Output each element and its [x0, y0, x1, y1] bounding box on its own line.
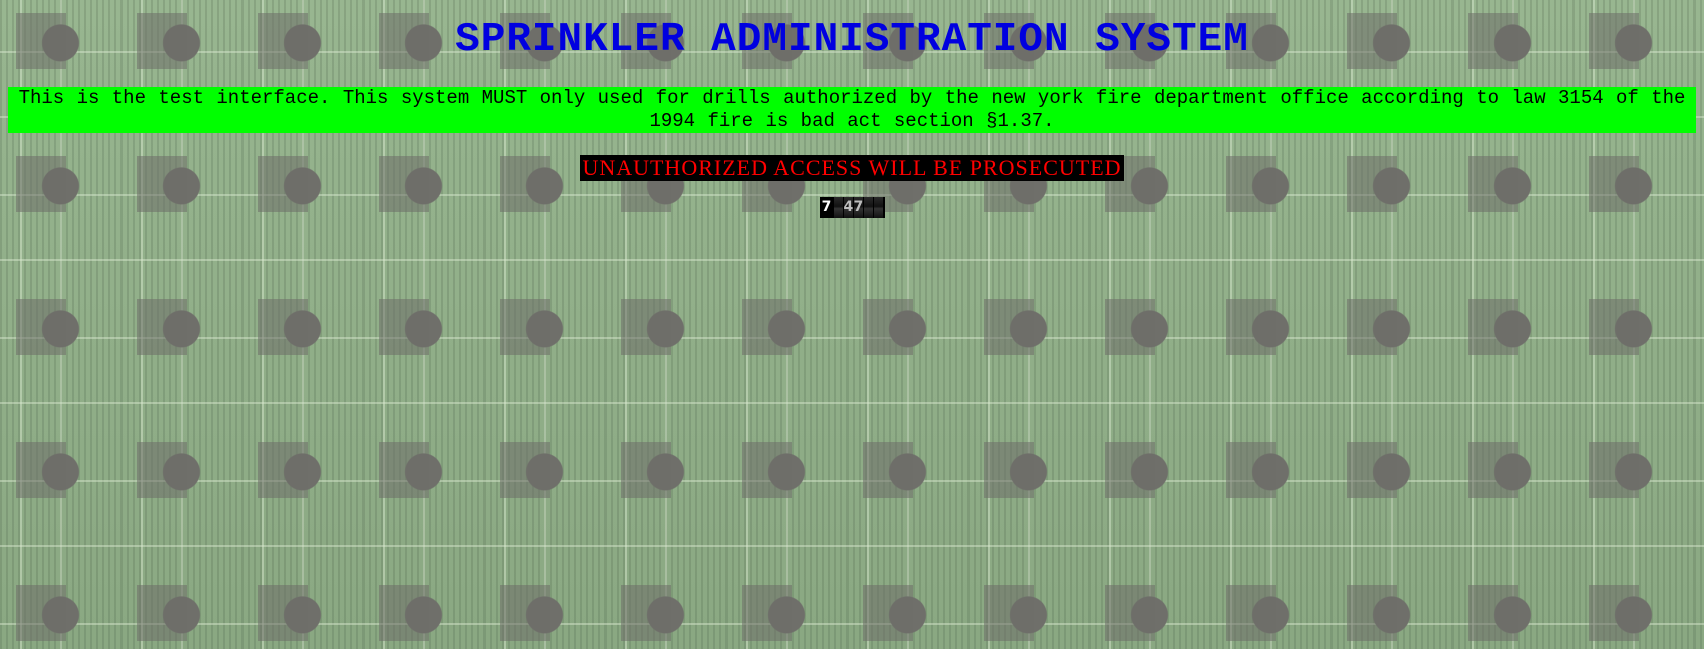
counter-digit [873, 197, 883, 218]
warning-container: UNAUTHORIZED ACCESS WILL BE PROSECUTED [0, 155, 1704, 181]
unauthorized-warning: UNAUTHORIZED ACCESS WILL BE PROSECUTED [580, 155, 1124, 181]
counter-digit [863, 197, 873, 218]
counter-digit: 7 [853, 197, 863, 218]
counter-digit: 7 [820, 197, 833, 218]
hit-counter: 7 47 [819, 197, 885, 218]
counter-digit [833, 197, 843, 218]
page-title: SPRINKLER ADMINISTRATION SYSTEM [455, 17, 1249, 63]
hit-counter-container: 7 47 [0, 197, 1704, 218]
notice-banner: This is the test interface. This system … [8, 87, 1696, 133]
counter-digit: 4 [843, 197, 853, 218]
